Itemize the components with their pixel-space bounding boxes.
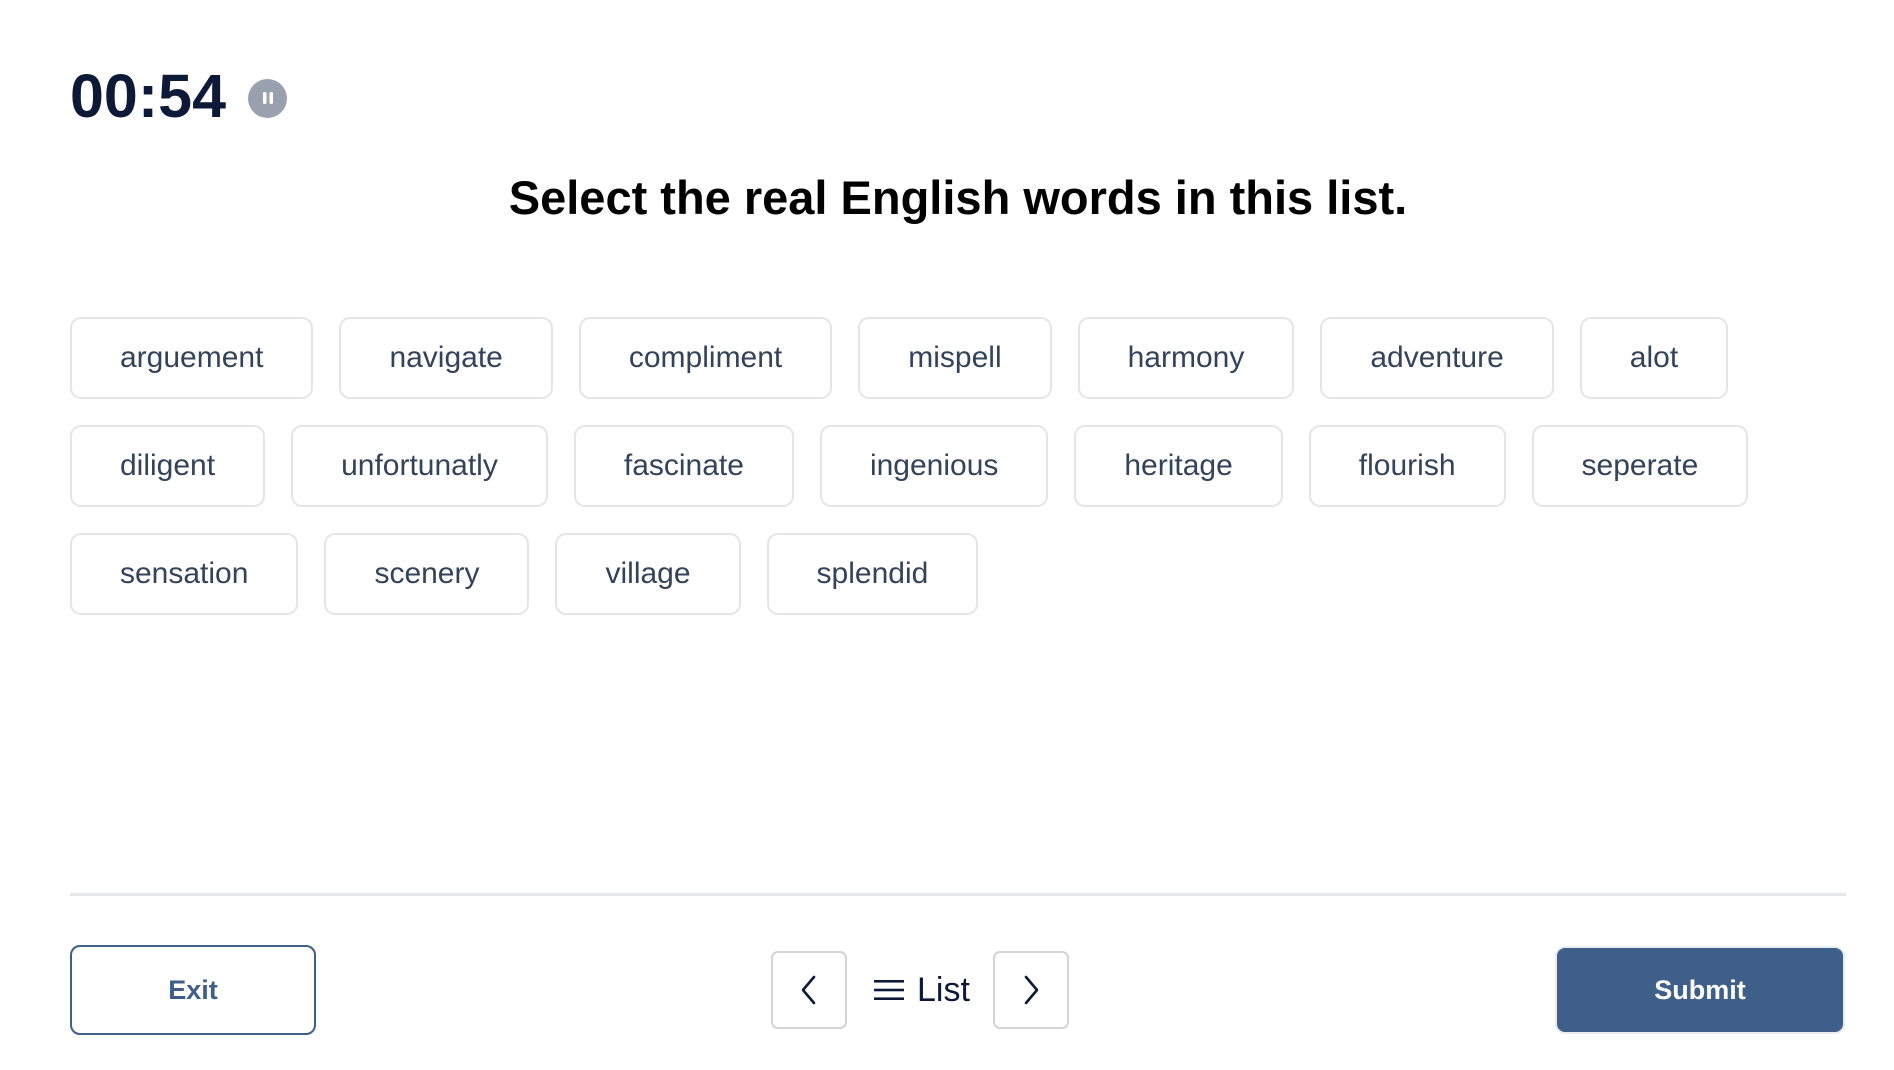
hamburger-menu-icon (874, 980, 904, 1000)
word-option[interactable]: mispell (858, 317, 1052, 399)
word-option[interactable]: village (555, 533, 741, 615)
previous-button[interactable] (771, 951, 847, 1029)
word-option[interactable]: ingenious (819, 425, 1049, 507)
chevron-right-icon (1024, 975, 1039, 1005)
list-label: List (917, 970, 970, 1009)
timer-value: 00:54 (70, 61, 227, 130)
word-row: diligent unfortunatly fascinate ingenious he… (70, 425, 1860, 507)
pause-icon (262, 92, 273, 104)
word-option[interactable]: scenery (324, 533, 530, 615)
word-options: arguement navigate compliment mispell harmon… (70, 317, 1860, 615)
word-row: arguement navigate compliment mispell harmon… (70, 317, 1860, 399)
word-option[interactable]: alot (1579, 317, 1729, 399)
word-option[interactable]: navigate (339, 317, 553, 399)
word-option[interactable]: arguement (70, 317, 314, 399)
word-row: sensation scenery village splendid (70, 533, 1860, 615)
word-option[interactable]: heritage (1074, 425, 1283, 507)
next-button[interactable] (993, 951, 1069, 1029)
list-button[interactable]: List (873, 951, 970, 1029)
word-option[interactable]: fascinate (573, 425, 794, 507)
word-option[interactable]: seperate (1531, 425, 1749, 507)
word-option[interactable]: compliment (578, 317, 833, 399)
pause-button[interactable] (248, 78, 288, 118)
question-title: Select the real English words in this li… (508, 171, 1408, 224)
divider (70, 893, 1846, 896)
word-option[interactable]: diligent (70, 425, 266, 507)
word-option[interactable]: sensation (70, 533, 299, 615)
timer: 00:54 (70, 58, 288, 134)
chevron-left-icon (801, 975, 816, 1005)
word-option[interactable]: adventure (1320, 317, 1554, 399)
submit-button[interactable]: Submit (1555, 946, 1845, 1034)
word-option[interactable]: flourish (1308, 425, 1506, 507)
word-option[interactable]: unfortunatly (291, 425, 548, 507)
word-option[interactable]: splendid (766, 533, 979, 615)
word-option[interactable]: harmony (1077, 317, 1295, 399)
exit-button[interactable]: Exit (70, 945, 316, 1035)
